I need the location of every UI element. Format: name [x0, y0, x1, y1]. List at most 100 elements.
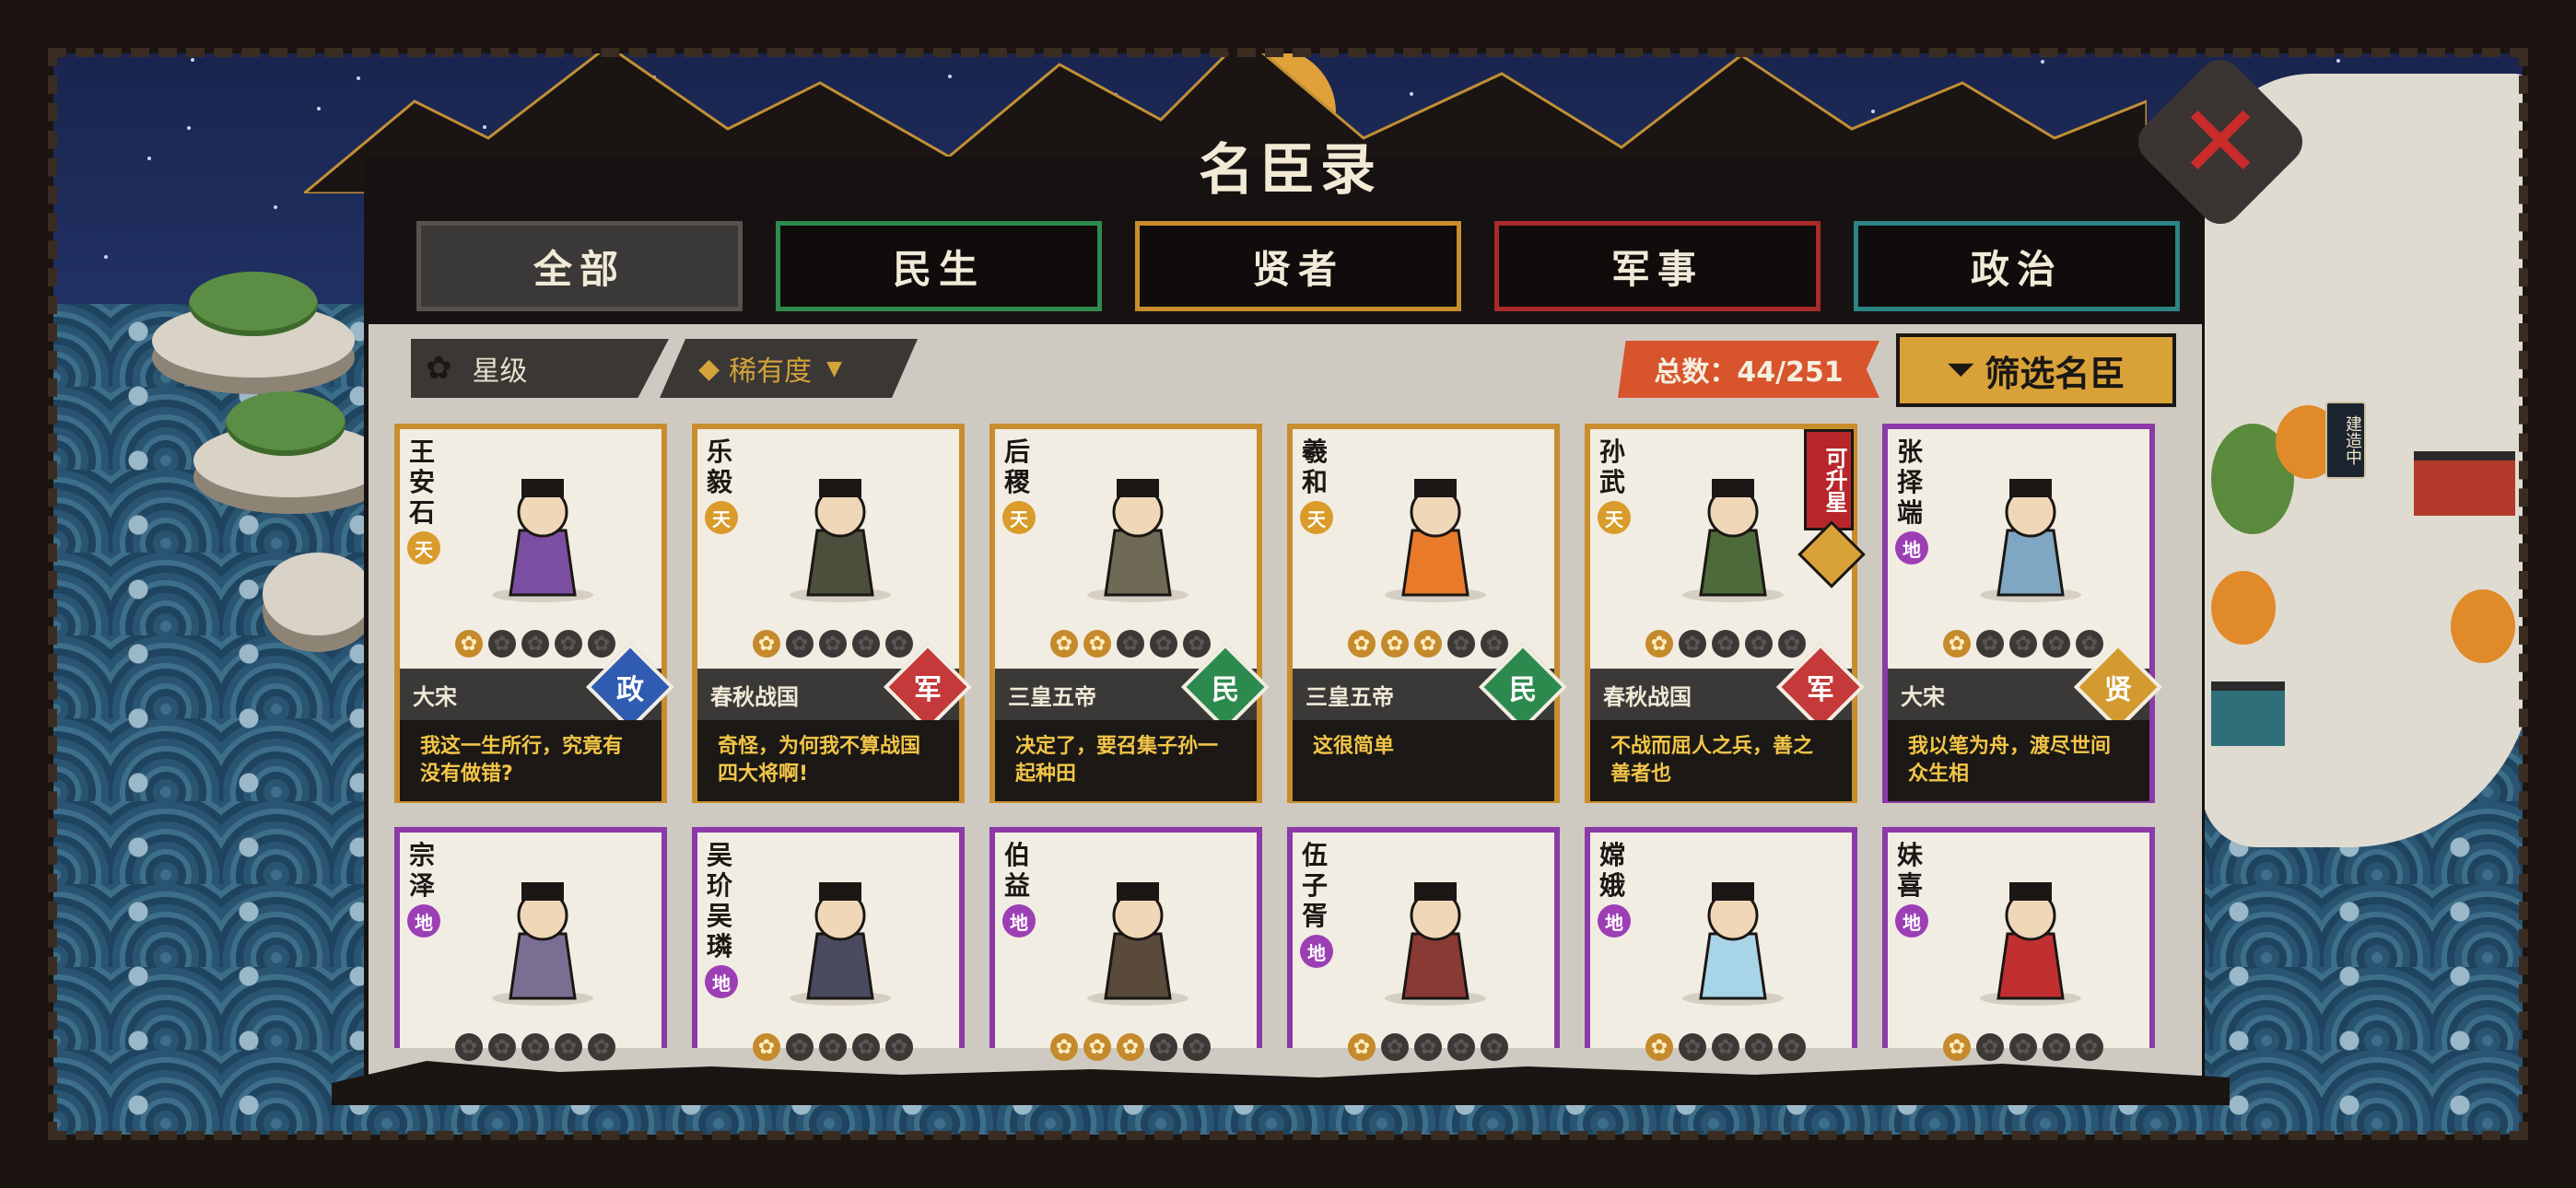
diamond-icon: ◆: [698, 352, 720, 385]
grade-badge: 天: [705, 501, 738, 534]
star-icon: ✿: [1381, 630, 1409, 658]
star-icon: ✿: [1745, 630, 1773, 658]
minister-portrait: [1385, 479, 1486, 602]
star-icon: ✿: [753, 630, 780, 658]
rarity-filter-label: 稀有度: [729, 355, 813, 388]
category-label: 民: [1509, 674, 1537, 706]
star-icon: ✿: [1778, 1033, 1806, 1061]
minister-name: 乐毅: [707, 437, 733, 497]
star-icon: ✿: [2009, 630, 2037, 658]
minister-quote: 我这一生所行，究竟有没有做错?: [400, 720, 662, 801]
star-icon: ✿: [1150, 630, 1177, 658]
category-label: 军: [1807, 674, 1834, 706]
star-icon: ✿: [2076, 1033, 2103, 1061]
flower-icon: ✿: [426, 350, 452, 387]
star-icon: ✿: [1679, 1033, 1706, 1061]
star-icon: ✿: [1117, 1033, 1144, 1061]
star-icon: ✿: [2043, 1033, 2070, 1061]
minister-portrait: [1087, 882, 1188, 1006]
minister-card[interactable]: 嫦娥地 ✿ ✿ ✿ ✿ ✿: [1585, 827, 1857, 1061]
autumn-tree: [2451, 589, 2515, 663]
star-rating: ✿ ✿ ✿ ✿ ✿: [1645, 630, 1806, 658]
grade-badge: 天: [1300, 501, 1333, 534]
star-rating: ✿ ✿ ✿ ✿ ✿: [1943, 630, 2103, 658]
star-filter-label: 星级: [472, 355, 528, 388]
sky-star: [2376, 29, 2380, 32]
grade-badge: 地: [1300, 935, 1333, 968]
star-icon: ✿: [588, 630, 615, 658]
sky-star: [1914, 11, 1918, 15]
sky-star: [147, 157, 151, 160]
star-icon: ✿: [885, 1033, 913, 1061]
star-icon: ✿: [1976, 1033, 2004, 1061]
minister-card[interactable]: 伍子胥地 ✿ ✿ ✿ ✿ ✿: [1287, 827, 1560, 1061]
tab-label: 贤者: [1251, 246, 1344, 292]
minister-name: 王安石: [409, 437, 436, 528]
minister-card[interactable]: 妹喜地 ✿ ✿ ✿ ✿ ✿: [1882, 827, 2155, 1061]
minister-quote: 我以笔为舟，渡尽世间众生相: [1888, 720, 2149, 801]
sky-star: [2336, 59, 2340, 63]
tab-1[interactable]: 民生: [776, 221, 1102, 311]
sky-star: [1619, 12, 1622, 16]
sky-star: [230, 28, 234, 31]
tab-4[interactable]: 政治: [1854, 221, 2180, 311]
minister-card[interactable]: 吴玠吴璘地 ✿ ✿ ✿ ✿ ✿: [692, 827, 965, 1061]
minister-name: 伯益: [1004, 840, 1031, 901]
island-3[interactable]: [263, 553, 373, 635]
minister-card[interactable]: 乐毅天 ✿ ✿ ✿ ✿ ✿ 春秋战国军奇怪，为何我不算战国四大将啊!: [692, 424, 973, 803]
minister-card[interactable]: 孙武天 ✿ ✿ ✿ ✿ ✿ 春秋战国军不战而屈人之兵，善之善者也 可升星: [1585, 424, 1866, 803]
panel-title: 名臣录: [1199, 138, 1381, 203]
star-rating: ✿ ✿ ✿ ✿ ✿: [1943, 1033, 2103, 1061]
star-icon: ✿: [852, 1033, 880, 1061]
minister-name: 羲和: [1302, 437, 1329, 497]
star-rating: ✿ ✿ ✿ ✿ ✿: [1050, 630, 1211, 658]
star-icon: ✿: [1414, 1033, 1442, 1061]
minister-portrait: [1980, 479, 2081, 602]
tab-label: 军事: [1610, 246, 1704, 292]
filter-ministers-button[interactable]: ⏷ 筛选名臣: [1896, 333, 2176, 407]
star-icon: ✿: [1778, 630, 1806, 658]
minister-card[interactable]: 王安石天 ✿ ✿ ✿ ✿ ✿ 大宋政我这一生所行，究竟有没有做错?: [394, 424, 675, 803]
star-rating: ✿ ✿ ✿ ✿ ✿: [455, 1033, 615, 1061]
total-count: 总数：44/251: [1618, 341, 1879, 398]
close-icon: ✕: [2177, 83, 2264, 201]
category-label: 军: [914, 674, 942, 706]
tab-0[interactable]: 全部: [416, 221, 743, 311]
minister-name: 伍子胥: [1302, 840, 1329, 931]
star-rating: ✿ ✿ ✿ ✿ ✿: [1645, 1033, 1806, 1061]
funnel-icon: ⏷: [1947, 351, 1974, 389]
star-icon: ✿: [2076, 630, 2103, 658]
star-icon: ✿: [588, 1033, 615, 1061]
temple-roof[interactable]: [2414, 451, 2515, 516]
grade-badge: 地: [1002, 904, 1036, 938]
minister-quote: 奇怪，为何我不算战国四大将啊!: [697, 720, 959, 801]
star-icon: ✿: [819, 1033, 847, 1061]
star-icon: ✿: [1976, 630, 2004, 658]
close-button[interactable]: ✕: [2129, 51, 2312, 233]
star-rating: ✿ ✿ ✿ ✿ ✿: [753, 1033, 913, 1061]
filter-button-label: 筛选名臣: [1985, 353, 2125, 394]
minister-card[interactable]: 羲和天 ✿ ✿ ✿ ✿ ✿ 三皇五帝民这很简单: [1287, 424, 1568, 803]
pavilion-roof[interactable]: [2211, 681, 2285, 746]
minister-portrait: [492, 479, 593, 602]
rarity-filter[interactable]: ◆ 稀有度 ▼: [660, 339, 918, 398]
minister-card[interactable]: 伯益地 ✿ ✿ ✿ ✿ ✿: [989, 827, 1262, 1061]
star-icon: ✿: [1348, 1033, 1376, 1061]
minister-card[interactable]: 宗泽地 ✿ ✿ ✿ ✿ ✿: [394, 827, 667, 1061]
star-icon: ✿: [819, 630, 847, 658]
grade-badge: 地: [407, 904, 440, 938]
star-filter[interactable]: ✿ 星级: [411, 339, 669, 398]
tab-2[interactable]: 贤者: [1135, 221, 1461, 311]
star-icon: ✿: [1745, 1033, 1773, 1061]
tab-3[interactable]: 军事: [1494, 221, 1821, 311]
grade-badge: 天: [1002, 501, 1036, 534]
star-icon: ✿: [1943, 630, 1971, 658]
star-icon: ✿: [555, 1033, 582, 1061]
star-rating: ✿ ✿ ✿ ✿ ✿: [1050, 1033, 1211, 1061]
minister-portrait: [1980, 882, 2081, 1006]
minister-card[interactable]: 后稷天 ✿ ✿ ✿ ✿ ✿ 三皇五帝民决定了，要召集子孙一起种田: [989, 424, 1270, 803]
minister-quote: 不战而屈人之兵，善之善者也: [1590, 720, 1852, 801]
minister-portrait: [790, 479, 891, 602]
minister-card[interactable]: 张择端地 ✿ ✿ ✿ ✿ ✿ 大宋贤我以笔为舟，渡尽世间众生相: [1882, 424, 2163, 803]
star-icon: ✿: [1645, 630, 1673, 658]
